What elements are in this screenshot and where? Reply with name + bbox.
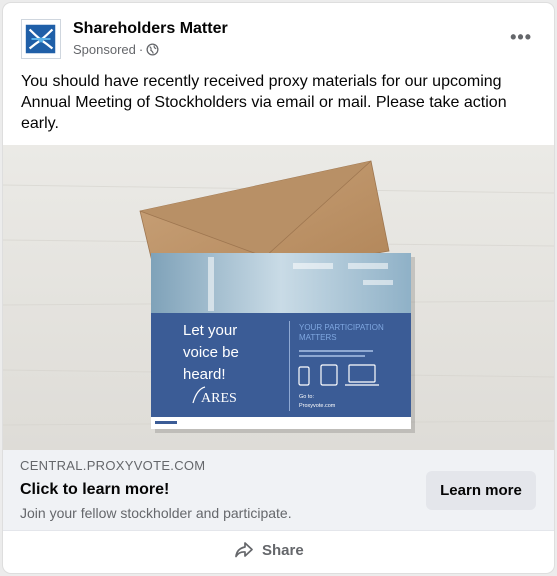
page-name[interactable]: Shareholders Matter bbox=[73, 20, 228, 38]
globe-icon bbox=[146, 43, 159, 56]
sponsored-label-row: Sponsored · bbox=[73, 42, 159, 57]
post-text: You should have recently received proxy … bbox=[21, 73, 507, 132]
learn-more-button[interactable]: Learn more bbox=[426, 471, 536, 510]
post-actions: Share bbox=[3, 530, 554, 573]
media-headline-line-2: voice be bbox=[183, 344, 239, 361]
media-headline-line-1: Let your bbox=[183, 322, 237, 339]
page-avatar[interactable] bbox=[21, 19, 61, 59]
sponsored-post: Shareholders Matter Sponsored · ••• You … bbox=[3, 3, 554, 573]
envelope-proxy-card-illustration: Let your voice be heard! ARES YOUR PARTI… bbox=[3, 145, 554, 450]
link-headline[interactable]: Click to learn more! bbox=[20, 481, 169, 499]
more-options-icon[interactable]: ••• bbox=[510, 27, 532, 48]
participation-title-line-1: YOUR PARTICIPATION bbox=[299, 323, 384, 332]
link-domain: CENTRAL.PROXYVOTE.COM bbox=[20, 458, 206, 473]
meta-separator: · bbox=[138, 42, 144, 57]
share-arrow-icon bbox=[234, 541, 254, 559]
share-button[interactable]: Share bbox=[234, 541, 304, 559]
share-label: Share bbox=[262, 541, 304, 559]
go-to-label: Go to: bbox=[299, 394, 314, 400]
ares-brand: ARES bbox=[201, 391, 237, 406]
ad-image[interactable]: Let your voice be heard! ARES YOUR PARTI… bbox=[3, 145, 554, 450]
participation-title-line-2: MATTERS bbox=[299, 333, 337, 342]
link-preview[interactable]: CENTRAL.PROXYVOTE.COM Click to learn mor… bbox=[3, 450, 554, 530]
link-description: Join your fellow stockholder and partici… bbox=[20, 505, 292, 521]
shareholders-matter-logo-icon bbox=[25, 24, 56, 54]
media-headline-line-3: heard! bbox=[183, 366, 226, 383]
sponsored-label[interactable]: Sponsored bbox=[73, 42, 136, 57]
post-header: Shareholders Matter Sponsored · ••• bbox=[3, 3, 554, 71]
go-to-url: Proxyvote.com bbox=[299, 403, 336, 409]
